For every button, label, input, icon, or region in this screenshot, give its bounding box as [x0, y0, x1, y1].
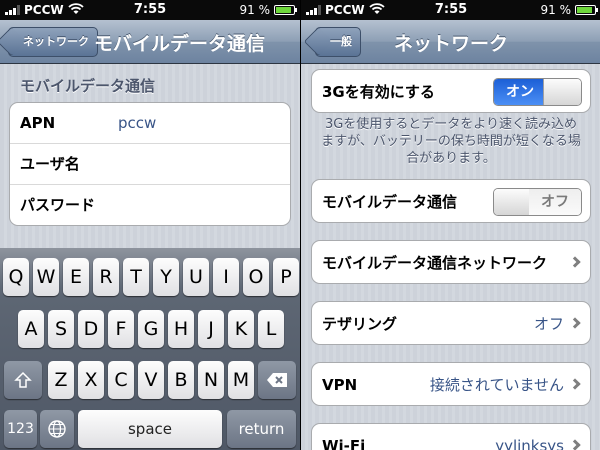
apn-label: APN — [20, 114, 56, 132]
key-i[interactable]: I — [213, 258, 239, 296]
vpn-label: VPN — [322, 376, 358, 394]
apn-value[interactable]: pccw — [118, 103, 156, 144]
return-key[interactable]: return — [227, 410, 296, 448]
battery-fill — [577, 7, 593, 13]
key-u[interactable]: U — [183, 258, 209, 296]
vpn-value: 接続されていません — [429, 376, 564, 394]
key-r[interactable]: R — [93, 258, 119, 296]
key-k[interactable]: K — [228, 310, 254, 348]
toggle-knob — [543, 79, 581, 105]
page-title: ネットワーク — [393, 33, 508, 55]
apn-settings-group: APN pccw ユーザ名 パスワード — [9, 102, 291, 226]
mobile-data-screen: PCCW 7:55 91 % ネットワーク モバイルデータ通信 モバイルデータ通… — [0, 0, 300, 450]
key-f[interactable]: F — [108, 310, 134, 348]
password-label: パスワード — [20, 196, 96, 214]
navigation-bar: ネットワーク モバイルデータ通信 — [0, 20, 300, 64]
section-header: モバイルデータ通信 — [20, 77, 156, 95]
chevron-right-icon — [569, 256, 581, 268]
key-v[interactable]: V — [138, 361, 164, 399]
apn-field[interactable]: APN pccw — [10, 103, 290, 144]
key-g[interactable]: G — [138, 310, 164, 348]
back-button-label: ネットワーク — [23, 35, 89, 48]
mobile-data-row: モバイルデータ通信 オフ — [311, 179, 591, 223]
tethering-label: テザリング — [322, 315, 398, 333]
key-z[interactable]: Z — [48, 361, 74, 399]
key-y[interactable]: Y — [153, 258, 179, 296]
navigation-bar: 一般 ネットワーク — [301, 20, 600, 64]
mobile-data-label: モバイルデータ通信 — [322, 193, 458, 211]
vpn-row[interactable]: VPN 接続されていません — [311, 362, 591, 406]
wifi-label: Wi-Fi — [322, 437, 366, 450]
shift-icon — [14, 371, 32, 388]
mobile-data-network-label: モバイルデータ通信ネットワーク — [322, 254, 548, 272]
key-q[interactable]: Q — [3, 258, 29, 296]
battery-percent: 91 % — [239, 3, 271, 17]
status-bar: PCCW 7:55 91 % — [0, 0, 300, 20]
battery-fill — [276, 7, 292, 13]
globe-key[interactable] — [40, 410, 74, 448]
delete-icon — [267, 373, 287, 387]
toggle-knob — [494, 189, 532, 215]
key-h[interactable]: H — [168, 310, 194, 348]
keyboard: QWERTYUIOP ASDFGHJKL ZXCVBNM 123 space ret… — [0, 248, 300, 450]
battery-icon — [274, 5, 297, 15]
key-d[interactable]: D — [78, 310, 104, 348]
key-x[interactable]: X — [78, 361, 104, 399]
key-w[interactable]: W — [33, 258, 59, 296]
key-a[interactable]: A — [18, 310, 44, 348]
key-c[interactable]: C — [108, 361, 134, 399]
chevron-right-icon — [569, 439, 581, 450]
3g-footer-note: 3Gを使用するとデータをより速く読み込めますが、バッテリーの保ち時間が短くなる場… — [321, 117, 581, 166]
key-m[interactable]: M — [228, 361, 254, 399]
globe-icon — [48, 420, 66, 438]
key-o[interactable]: O — [243, 258, 269, 296]
battery-percent: 91 % — [540, 3, 572, 17]
mobile-data-toggle[interactable]: オフ — [493, 188, 582, 216]
toggle-on-label: オン — [494, 79, 546, 105]
username-label: ユーザ名 — [20, 155, 80, 173]
username-field[interactable]: ユーザ名 — [10, 144, 290, 185]
shift-key[interactable] — [4, 361, 42, 399]
delete-key[interactable] — [258, 361, 296, 399]
key-e[interactable]: E — [63, 258, 89, 296]
enable-3g-toggle[interactable]: オン — [493, 78, 582, 106]
key-j[interactable]: J — [198, 310, 224, 348]
key-t[interactable]: T — [123, 258, 149, 296]
enable-3g-row: 3Gを有効にする オン — [311, 69, 591, 113]
key-n[interactable]: N — [198, 361, 224, 399]
toggle-off-label: オフ — [529, 189, 581, 215]
wifi-value: yylinksys — [495, 437, 564, 450]
numbers-key[interactable]: 123 — [4, 410, 37, 448]
network-screen: PCCW 7:55 91 % 一般 ネットワーク 3Gを有効にする オン 3Gを… — [301, 0, 600, 450]
battery-icon — [575, 5, 598, 15]
tethering-row[interactable]: テザリング オフ — [311, 301, 591, 345]
mobile-data-network-row[interactable]: モバイルデータ通信ネットワーク — [311, 240, 591, 284]
status-bar: PCCW 7:55 91 % — [301, 0, 600, 20]
enable-3g-label: 3Gを有効にする — [322, 83, 435, 101]
back-button-network[interactable]: ネットワーク — [8, 27, 98, 57]
key-b[interactable]: B — [168, 361, 194, 399]
tethering-value: オフ — [533, 315, 564, 333]
key-s[interactable]: S — [48, 310, 74, 348]
wifi-row[interactable]: Wi-Fi yylinksys — [311, 423, 591, 450]
password-field[interactable]: パスワード — [10, 185, 290, 225]
space-key[interactable]: space — [78, 410, 222, 448]
chevron-right-icon — [569, 378, 581, 390]
page-title: モバイルデータ通信 — [94, 33, 266, 55]
key-p[interactable]: P — [273, 258, 299, 296]
key-l[interactable]: L — [258, 310, 284, 348]
chevron-right-icon — [569, 317, 581, 329]
